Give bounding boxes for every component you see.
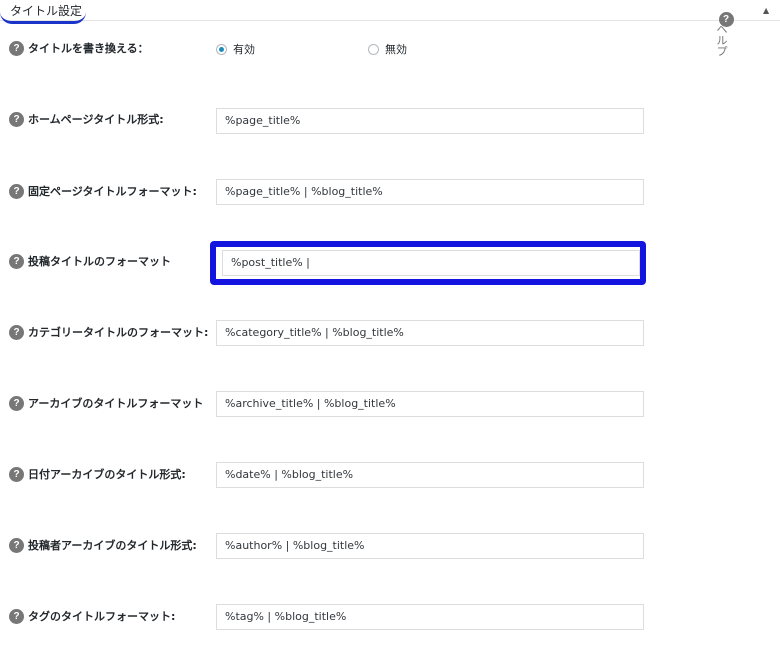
date-archive-title-input[interactable]: %date% | %blog_title% [216, 462, 644, 488]
archive-title-format-input[interactable]: %archive_title% | %blog_title% [216, 391, 644, 417]
section-header: タイトル設定 ▲ [0, 0, 780, 24]
help-question-icon[interactable]: ? [9, 40, 24, 56]
help-question-icon[interactable]: ? [9, 253, 24, 269]
help-question-icon[interactable]: ? [9, 537, 24, 553]
help-question-icon[interactable]: ? [9, 608, 24, 624]
archive-title-format-label: ? アーカイブのタイトルフォーマット [9, 395, 203, 411]
title-annotation-underline [0, 11, 86, 24]
radio-disabled-label: 無効 [385, 43, 407, 56]
help-question-icon[interactable]: ? [9, 324, 24, 340]
page-title-format-text: 固定ページタイトルフォーマット: [28, 185, 197, 198]
help-question-icon[interactable]: ? [9, 111, 24, 127]
radio-enabled[interactable]: 有効 [216, 41, 255, 57]
home-title-label: ? ホームページタイトル形式: [9, 111, 164, 127]
archive-title-format-text: アーカイブのタイトルフォーマット [28, 397, 204, 410]
radio-disabled[interactable]: 無効 [368, 41, 407, 57]
radio-enabled-label: 有効 [233, 43, 255, 56]
help-label[interactable]: ヘルプ [716, 24, 728, 57]
rewrite-title-text: タイトルを書き換える： [28, 42, 149, 55]
help-question-icon[interactable]: ? [9, 395, 24, 411]
category-title-format-label: ? カテゴリータイトルのフォーマット: [9, 324, 208, 340]
rewrite-title-label: ? タイトルを書き換える： [9, 40, 149, 56]
author-archive-title-text: 投稿者アーカイブのタイトル形式: [28, 539, 197, 552]
tag-title-format-label: ? タグのタイトルフォーマット: [9, 608, 175, 624]
category-title-format-text: カテゴリータイトルのフォーマット: [28, 326, 209, 339]
home-title-text: ホームページタイトル形式: [28, 113, 164, 126]
post-title-format-input[interactable]: %post_title% | [222, 250, 640, 276]
post-title-format-text: 投稿タイトルのフォーマット [28, 255, 171, 268]
radio-disabled-circle[interactable] [368, 43, 379, 55]
page-title-format-input[interactable]: %page_title% | %blog_title% [216, 179, 644, 205]
author-archive-title-input[interactable]: %author% | %blog_title% [216, 533, 644, 559]
home-title-input[interactable]: %page_title% [216, 108, 644, 134]
post-title-highlight-frame: %post_title% | [210, 241, 646, 285]
category-title-format-input[interactable]: %category_title% | %blog_title% [216, 320, 644, 346]
date-archive-title-label: ? 日付アーカイブのタイトル形式: [9, 466, 186, 482]
tag-title-format-text: タグのタイトルフォーマット: [28, 610, 176, 623]
help-question-icon[interactable]: ? [9, 183, 24, 199]
date-archive-title-text: 日付アーカイブのタイトル形式: [28, 468, 186, 481]
help-question-icon[interactable]: ? [9, 466, 24, 482]
tag-title-format-input[interactable]: %tag% | %blog_title% [216, 604, 644, 630]
triangle-up-icon[interactable]: ▲ [763, 6, 769, 15]
page-title-format-label: ? 固定ページタイトルフォーマット: [9, 183, 197, 199]
author-archive-title-label: ? 投稿者アーカイブのタイトル形式: [9, 537, 197, 553]
post-title-format-label: ? 投稿タイトルのフォーマット [9, 253, 171, 269]
radio-enabled-circle[interactable] [216, 43, 227, 55]
